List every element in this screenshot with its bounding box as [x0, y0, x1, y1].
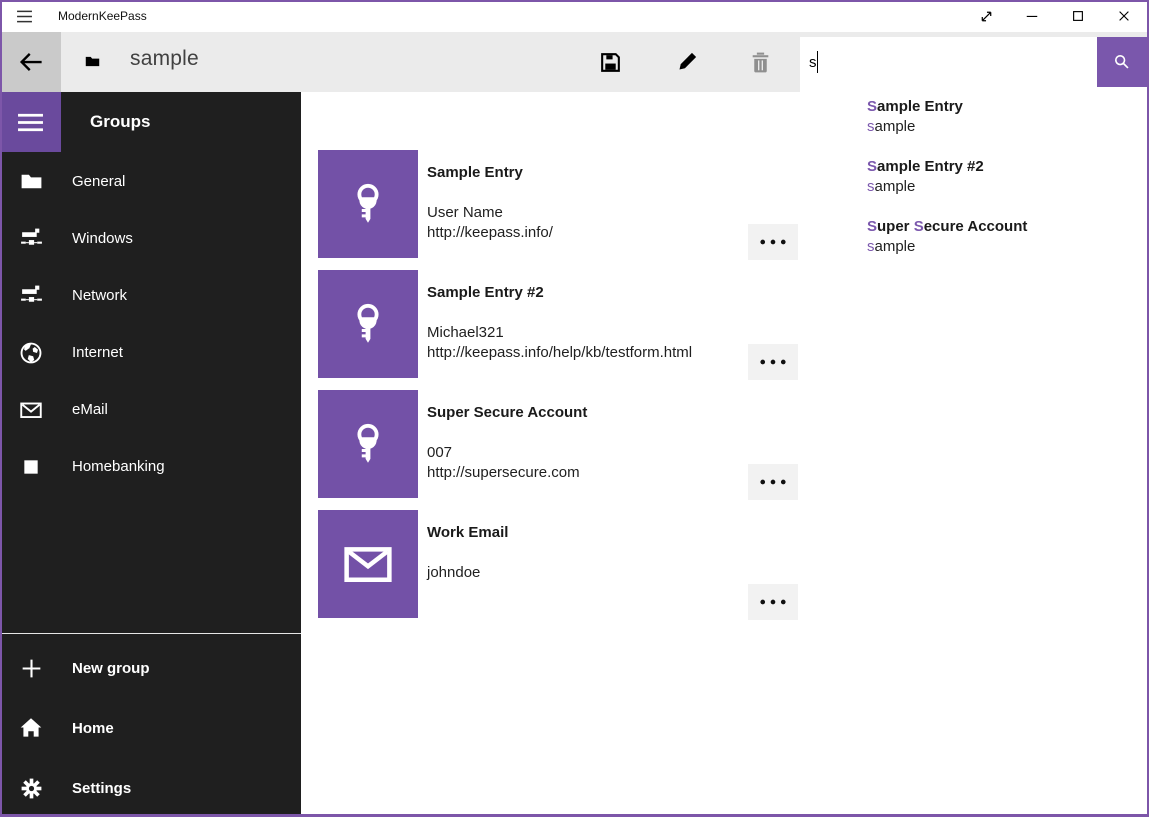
suggestion-group: sample [867, 237, 1137, 257]
entry-info: Sample Entry #2 Michael321 http://keepas… [427, 283, 692, 363]
save-button[interactable] [586, 32, 634, 92]
entry-tile[interactable] [318, 270, 418, 378]
entry-title: Sample Entry #2 [427, 283, 692, 303]
sidebar-item-network[interactable]: Network [0, 267, 301, 324]
sidebar-item-label: New group [72, 660, 150, 677]
search-box [800, 37, 1097, 87]
delete-button[interactable] [736, 32, 784, 92]
more-options-button[interactable] [748, 584, 798, 620]
sidebar-item-label: eMail [72, 401, 108, 418]
plus-icon [18, 656, 44, 681]
group-list: General Windows Network Internet [0, 153, 301, 495]
entry-row: Sample Entry #2 Michael321 http://keepas… [318, 270, 800, 378]
globe-icon [18, 340, 44, 366]
text-caret [817, 51, 818, 73]
entry-tile[interactable] [318, 510, 418, 618]
entry-username: User Name [427, 203, 553, 223]
new-group-button[interactable]: New group [0, 638, 301, 698]
entry-username: johndoe [427, 563, 508, 583]
ellipsis-icon [759, 238, 787, 246]
sidebar-item-label: Settings [72, 780, 131, 797]
fullscreen-button[interactable] [963, 0, 1009, 32]
titlebar-hamburger-icon [15, 8, 33, 24]
more-options-button[interactable] [748, 224, 798, 260]
ellipsis-icon [759, 358, 787, 366]
back-button[interactable] [0, 32, 61, 92]
ellipsis-icon [759, 478, 787, 486]
edit-button[interactable] [662, 32, 710, 92]
search-button[interactable] [1097, 37, 1147, 87]
entry-username: Michael321 [427, 323, 692, 343]
sidebar-item-email[interactable]: eMail [0, 381, 301, 438]
sidebar: Groups General Windows Network [0, 92, 301, 817]
more-options-button[interactable] [748, 344, 798, 380]
close-button[interactable] [1101, 0, 1147, 32]
entry-title: Sample Entry [427, 163, 553, 183]
suggestion-item[interactable]: Sample Entry #2 sample [867, 157, 1137, 217]
sidebar-item-label: Home [72, 720, 114, 737]
square-icon [18, 457, 44, 477]
entry-title: Work Email [427, 523, 508, 543]
sidebar-item-label: Network [72, 287, 127, 304]
search-input[interactable] [800, 37, 1097, 87]
window-controls [963, 0, 1147, 32]
search-icon [1111, 51, 1133, 73]
sidebar-item-windows[interactable]: Windows [0, 210, 301, 267]
maximize-button[interactable] [1055, 0, 1101, 32]
app-window: ModernKeePass sample [0, 0, 1149, 817]
settings-button[interactable]: Settings [0, 758, 301, 817]
suggestion-title: Super Secure Account [867, 217, 1137, 237]
sidebar-item-label: General [72, 173, 125, 190]
sidebar-separator [0, 633, 301, 634]
home-button[interactable]: Home [0, 698, 301, 758]
gear-icon [18, 776, 44, 801]
ellipsis-icon [759, 598, 787, 606]
titlebar: ModernKeePass [0, 0, 1149, 32]
sidebar-item-label: Homebanking [72, 458, 165, 475]
suggestion-group: sample [867, 177, 1137, 197]
entry-username: 007 [427, 443, 587, 463]
sidebar-item-label: Windows [72, 230, 133, 247]
entry-title: Super Secure Account [427, 403, 587, 423]
entry-tile[interactable] [318, 150, 418, 258]
minimize-button[interactable] [1009, 0, 1055, 32]
envelope-icon [341, 537, 395, 591]
entry-row: Super Secure Account 007 http://supersec… [318, 390, 800, 498]
entry-url: http://keepass.info/ [427, 223, 553, 243]
sidebar-item-label: Internet [72, 344, 123, 361]
sidebar-item-homebanking[interactable]: Homebanking [0, 438, 301, 495]
sidebar-footer: New group Home Settings [0, 638, 301, 817]
home-icon [18, 715, 44, 741]
entry-info: Work Email johndoe [427, 523, 508, 583]
more-options-button[interactable] [748, 464, 798, 500]
network-icon [18, 226, 44, 251]
sidebar-item-internet[interactable]: Internet [0, 324, 301, 381]
network-icon [18, 283, 44, 308]
entry-tile[interactable] [318, 390, 418, 498]
entry-info: Super Secure Account 007 http://supersec… [427, 403, 587, 483]
key-icon [345, 421, 391, 467]
suggestion-item[interactable]: Sample Entry sample [867, 97, 1137, 157]
suggestion-title: Sample Entry [867, 97, 1137, 117]
group-folder-icon [84, 53, 101, 70]
app-title: ModernKeePass [58, 0, 147, 32]
search-suggestions: Sample Entry sample Sample Entry #2 samp… [800, 87, 1147, 307]
suggestion-item[interactable]: Super Secure Account sample [867, 217, 1137, 277]
entry-url: http://supersecure.com [427, 463, 587, 483]
key-icon [345, 181, 391, 227]
sidebar-hamburger-button[interactable] [0, 92, 61, 152]
entry-row: Work Email johndoe [318, 510, 800, 618]
groups-header: Groups [90, 92, 150, 152]
suggestion-group: sample [867, 117, 1137, 137]
entry-url: http://keepass.info/help/kb/testform.htm… [427, 343, 692, 363]
suggestion-title: Sample Entry #2 [867, 157, 1137, 177]
folder-icon [18, 169, 44, 194]
entry-info: Sample Entry User Name http://keepass.in… [427, 163, 553, 243]
sidebar-item-general[interactable]: General [0, 153, 301, 210]
entry-row: Sample Entry User Name http://keepass.in… [318, 150, 800, 258]
key-icon [345, 301, 391, 347]
envelope-icon [18, 397, 44, 423]
current-group-title: sample [130, 47, 199, 71]
